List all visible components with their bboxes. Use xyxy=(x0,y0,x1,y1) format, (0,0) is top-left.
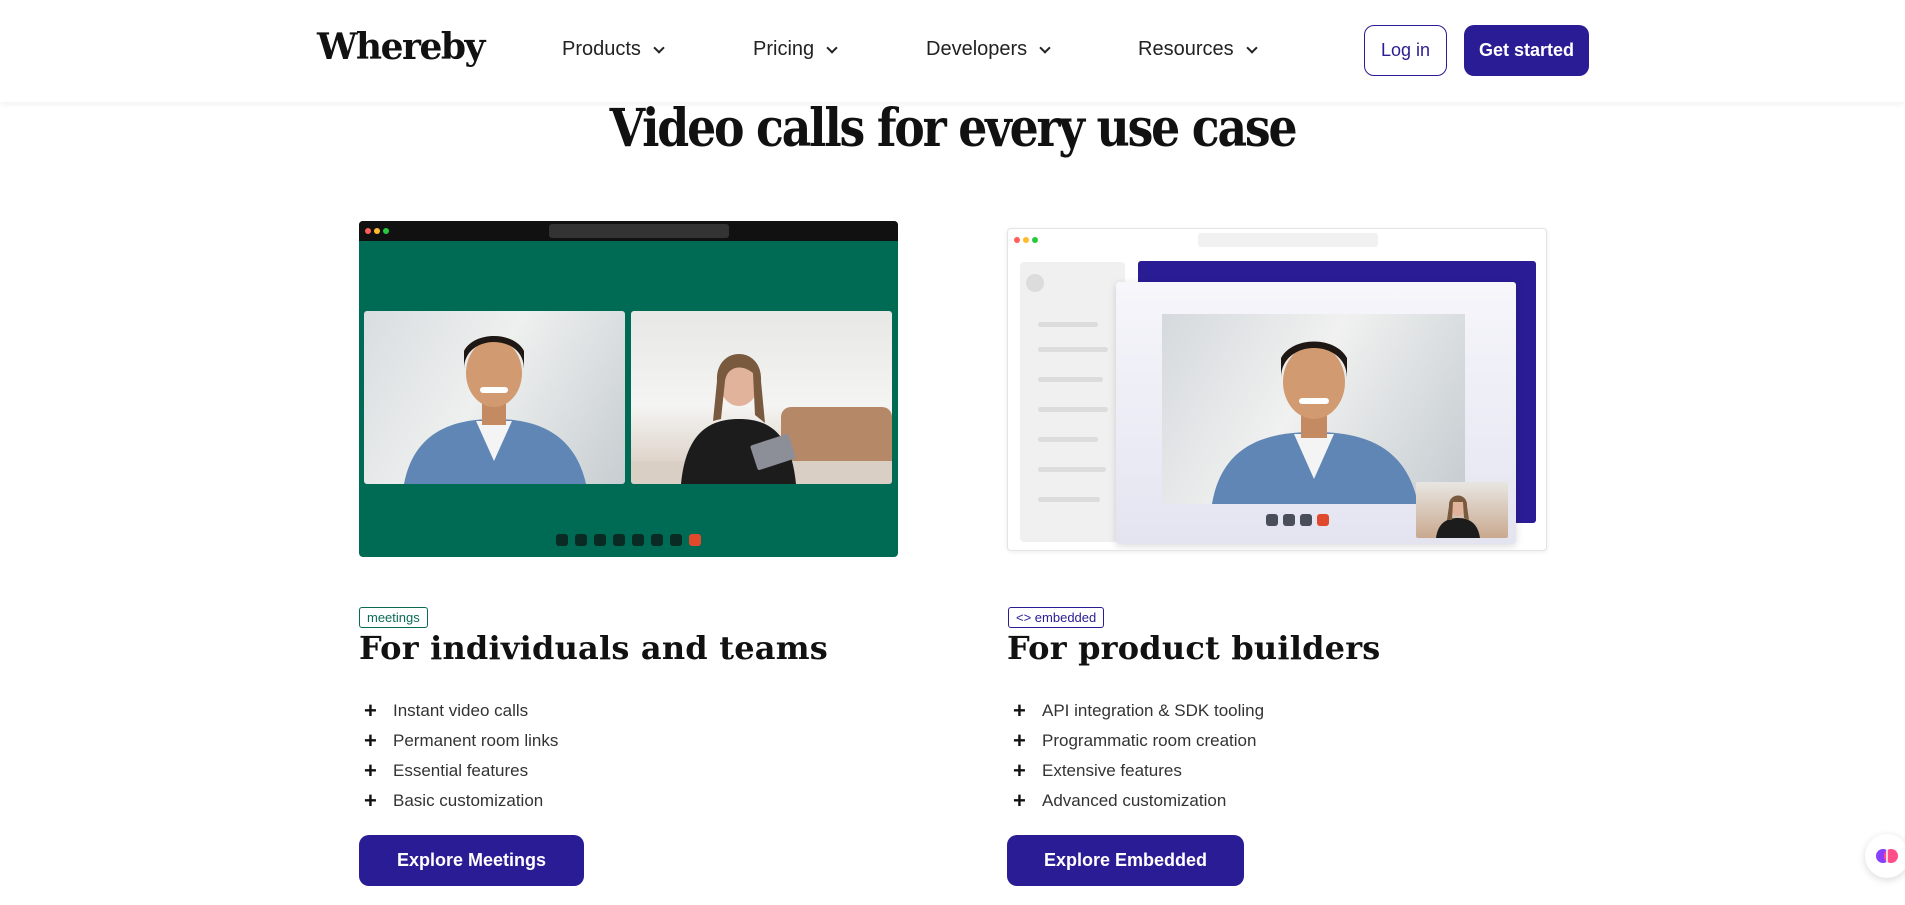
man-avatar-graphic xyxy=(1212,341,1418,504)
plus-icon: + xyxy=(364,728,377,753)
feature-label: Advanced customization xyxy=(1042,791,1227,810)
list-item: + Essential features xyxy=(359,756,558,786)
window-maximize-dot xyxy=(1032,237,1038,243)
list-item: + API integration & SDK tooling xyxy=(1008,696,1264,726)
brain-icon xyxy=(1876,849,1898,863)
meetings-preview-image xyxy=(359,221,898,557)
feature-label: Basic customization xyxy=(393,791,544,810)
top-navigation: Whereby Products Pricing Developers Reso… xyxy=(0,0,1905,102)
call-controls xyxy=(556,534,701,546)
list-item: + Permanent room links xyxy=(359,726,558,756)
meetings-tag: meetings xyxy=(359,607,428,628)
chevron-down-icon xyxy=(653,41,665,54)
chevron-down-icon xyxy=(1039,41,1051,54)
meetings-card-title: For individuals and teams xyxy=(359,629,828,667)
plus-icon: + xyxy=(1013,788,1026,813)
plus-icon: + xyxy=(364,758,377,783)
video-tile-woman xyxy=(631,311,892,484)
nav-resources[interactable]: Resources xyxy=(1138,38,1258,61)
plus-icon: + xyxy=(364,788,377,813)
section-heading: Video calls for every use case xyxy=(609,98,1298,159)
leave-icon xyxy=(689,534,701,546)
explore-embedded-button[interactable]: Explore Embedded xyxy=(1007,835,1244,886)
address-bar xyxy=(1198,233,1378,247)
feature-label: Programmatic room creation xyxy=(1042,731,1257,750)
call-controls xyxy=(1266,514,1329,526)
list-item: + Instant video calls xyxy=(359,696,558,726)
nav-developers[interactable]: Developers xyxy=(926,38,1051,61)
plus-icon: + xyxy=(364,698,377,723)
camera-icon xyxy=(556,534,568,546)
chat-icon xyxy=(594,534,606,546)
meetings-feature-list: + Instant video calls + Permanent room lin… xyxy=(359,696,558,816)
nav-pricing-label: Pricing xyxy=(753,38,815,60)
assistant-widget-button[interactable] xyxy=(1865,834,1905,878)
chevron-down-icon xyxy=(826,41,838,54)
nav-developers-label: Developers xyxy=(926,38,1028,60)
mic-icon xyxy=(575,534,587,546)
plus-icon: + xyxy=(1013,698,1026,723)
feature-label: API integration & SDK tooling xyxy=(1042,701,1265,720)
plus-icon: + xyxy=(1013,728,1026,753)
nav-products[interactable]: Products xyxy=(562,38,665,61)
camera-icon xyxy=(1266,514,1278,526)
list-item: + Basic customization xyxy=(359,786,558,816)
mic-icon xyxy=(1283,514,1295,526)
list-item: + Programmatic room creation xyxy=(1008,726,1264,756)
woman-avatar-graphic xyxy=(1436,495,1480,538)
feature-label: Instant video calls xyxy=(393,701,529,720)
window-minimize-dot xyxy=(374,228,380,234)
reaction-icon xyxy=(613,534,625,546)
man-avatar-graphic xyxy=(404,336,586,484)
leave-icon xyxy=(1317,514,1329,526)
people-icon xyxy=(670,534,682,546)
embedded-tag: <> embedded xyxy=(1008,607,1105,628)
chevron-down-icon xyxy=(1245,41,1258,54)
list-item: + Extensive features xyxy=(1008,756,1264,786)
address-bar xyxy=(549,224,729,238)
embedded-preview-image xyxy=(1007,228,1547,551)
login-button[interactable]: Log in xyxy=(1364,25,1447,76)
get-started-button[interactable]: Get started xyxy=(1464,25,1589,76)
window-close-dot xyxy=(1014,237,1020,243)
window-minimize-dot xyxy=(1023,237,1029,243)
embedded-feature-list: + API integration & SDK tooling + Programm… xyxy=(1008,696,1264,816)
nav-resources-label: Resources xyxy=(1138,38,1234,60)
video-tile-woman-pip xyxy=(1416,482,1508,538)
explore-meetings-button[interactable]: Explore Meetings xyxy=(359,835,584,886)
app-sidebar-graphic xyxy=(1020,262,1125,542)
woman-avatar-graphic xyxy=(631,354,892,484)
embedded-card-title: For product builders xyxy=(1007,629,1381,667)
feature-label: Essential features xyxy=(393,761,529,780)
video-tile-man xyxy=(364,311,625,484)
feature-label: Permanent room links xyxy=(393,731,559,750)
whereby-logo[interactable]: Whereby xyxy=(317,26,485,68)
embedded-call-frame xyxy=(1116,282,1516,544)
nav-products-label: Products xyxy=(562,38,641,60)
record-icon xyxy=(651,534,663,546)
share-icon xyxy=(632,534,644,546)
window-maximize-dot xyxy=(383,228,389,234)
nav-pricing[interactable]: Pricing xyxy=(753,38,838,61)
window-close-dot xyxy=(365,228,371,234)
feature-label: Extensive features xyxy=(1042,761,1182,780)
list-item: + Advanced customization xyxy=(1008,786,1264,816)
plus-icon: + xyxy=(1013,758,1026,783)
share-icon xyxy=(1300,514,1312,526)
video-tile-man xyxy=(1162,314,1465,504)
window-titlebar xyxy=(359,221,898,241)
